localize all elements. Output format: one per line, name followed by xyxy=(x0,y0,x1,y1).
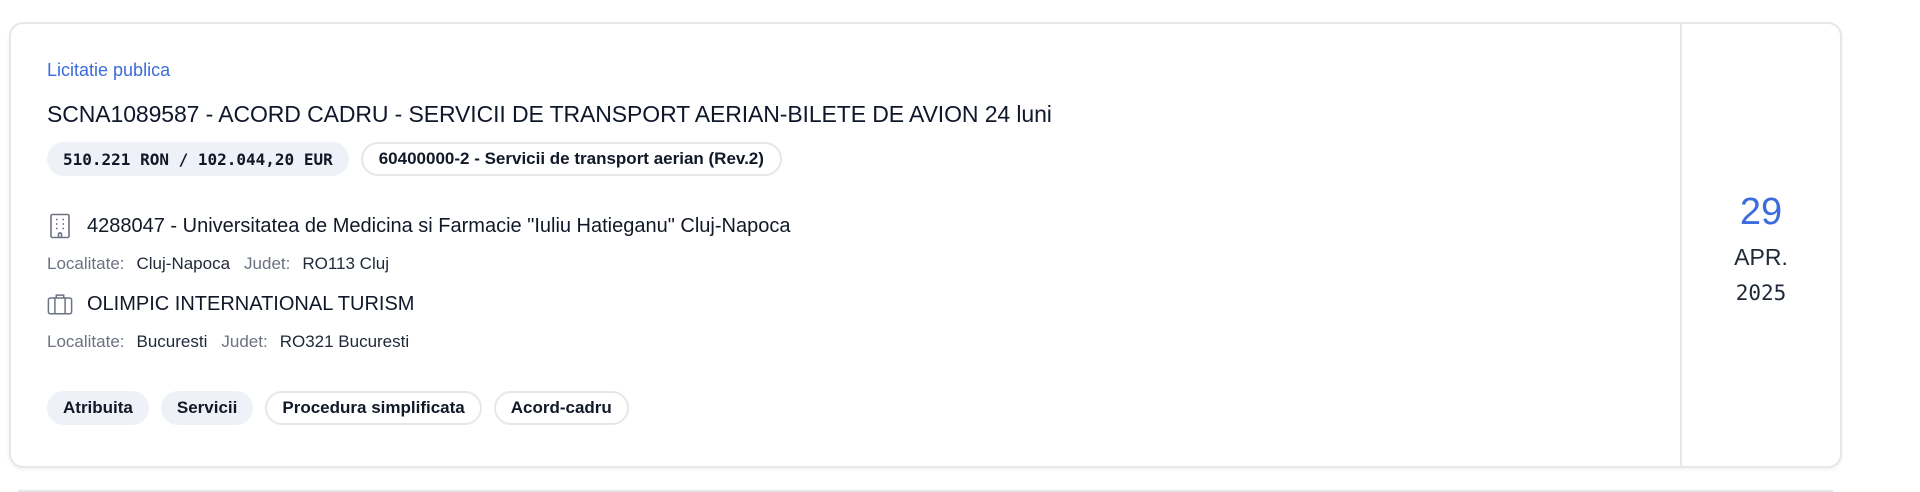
date-year: 2025 xyxy=(1735,281,1787,305)
date-month: APR. xyxy=(1734,244,1788,270)
date-day: 29 xyxy=(1739,191,1783,233)
contracting-authority: 4288047 - Universitatea de Medicina si F… xyxy=(47,212,1644,240)
supplier-name[interactable]: OLIMPIC INTERNATIONAL TURISM xyxy=(87,290,414,318)
tender-details: Licitatie publica SCNA1089587 - ACORD CA… xyxy=(11,24,1680,466)
procedure-tag[interactable]: Procedura simplificata xyxy=(265,391,482,425)
authority-localitate: Cluj-Napoca xyxy=(136,254,231,273)
contract-value-badge: 510.221 RON / 102.044,20 EUR xyxy=(47,142,349,176)
tender-card[interactable]: Licitatie publica SCNA1089587 - ACORD CA… xyxy=(9,22,1842,468)
authority-name[interactable]: 4288047 - Universitatea de Medicina si F… xyxy=(87,212,790,240)
supplier: OLIMPIC INTERNATIONAL TURISM xyxy=(47,290,1644,318)
date-panel: 29 APR. 2025 xyxy=(1680,24,1840,466)
tender-title[interactable]: SCNA1089587 - ACORD CADRU - SERVICII DE … xyxy=(47,99,1644,129)
authority-judet: RO113 Cluj xyxy=(302,254,389,273)
localitate-label: Localitate: xyxy=(47,254,125,273)
judet-label: Judet: xyxy=(244,254,291,273)
authority-location: Localitate: Cluj-Napoca Judet: RO113 Clu… xyxy=(47,252,1644,276)
category-tag[interactable]: Servicii xyxy=(160,391,254,425)
tag-list: Atribuita Servicii Procedura simplificat… xyxy=(47,391,1644,425)
cpv-code-badge[interactable]: 60400000-2 - Servicii de transport aeria… xyxy=(360,142,782,176)
value-cpv-row: 510.221 RON / 102.044,20 EUR 60400000-2 … xyxy=(47,142,1644,176)
contract-type-tag[interactable]: Acord-cadru xyxy=(493,391,629,425)
procedure-type-link[interactable]: Licitatie publica xyxy=(47,58,170,82)
localitate-label: Localitate: xyxy=(47,332,125,351)
supplier-localitate: Bucuresti xyxy=(136,332,208,351)
judet-label: Judet: xyxy=(221,332,268,351)
status-tag[interactable]: Atribuita xyxy=(47,391,149,425)
supplier-location: Localitate: Bucuresti Judet: RO321 Bucur… xyxy=(47,330,1644,354)
building-icon xyxy=(47,213,73,239)
supplier-judet: RO321 Bucuresti xyxy=(279,332,410,351)
briefcase-icon xyxy=(47,291,73,317)
